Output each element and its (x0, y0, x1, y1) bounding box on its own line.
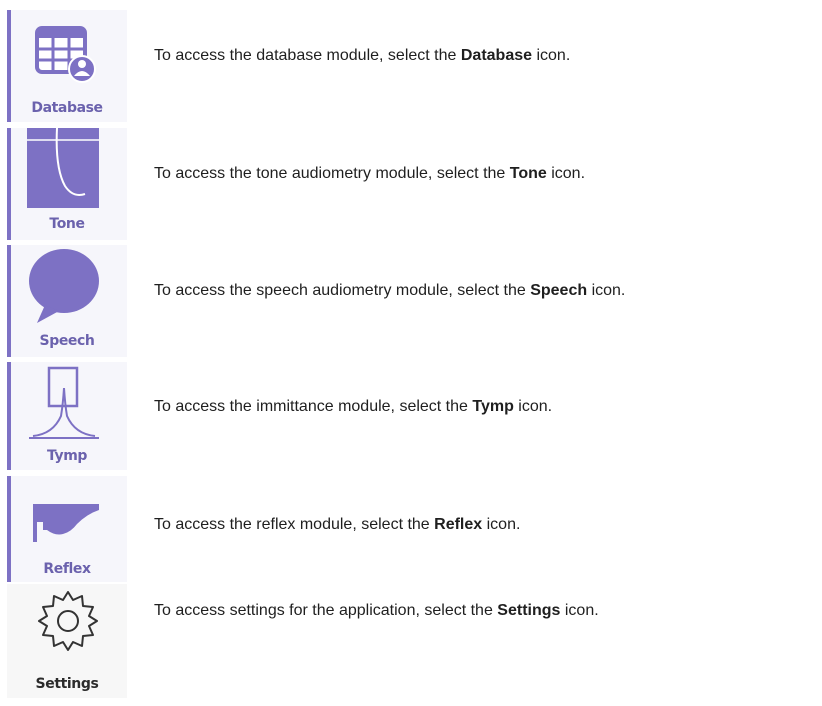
speech-description: To access the speech audiometry module, … (154, 282, 625, 300)
gear-icon (38, 591, 98, 651)
database-description-bold: Database (460, 47, 533, 64)
tone-description-bold: Tone (509, 165, 547, 182)
settings-description-suffix: icon. (560, 602, 599, 619)
tone-description: To access the tone audiometry module, se… (154, 165, 585, 183)
database-description-suffix: icon. (532, 47, 571, 64)
settings-label: Settings (35, 676, 99, 692)
tymp-label: Tymp (46, 448, 88, 464)
tone-label: Tone (49, 216, 85, 232)
tone-module-button[interactable]: Tone (7, 128, 127, 240)
tone-audiogram-curve-icon (27, 128, 99, 208)
database-module-button[interactable]: Database (7, 10, 127, 122)
speech-description-text: To access the speech audiometry module, … (154, 282, 531, 299)
speech-bubble-icon (29, 249, 99, 323)
reflex-description-suffix: icon. (482, 516, 521, 533)
tymp-peak-curve-icon (29, 366, 99, 439)
database-description-text: To access the database module, select th… (154, 47, 461, 64)
tymp-module-button[interactable]: Tymp (7, 362, 127, 470)
speech-module-button[interactable]: Speech (7, 245, 127, 357)
speech-description-suffix: icon. (587, 282, 626, 299)
reflex-description-text: To access the reflex module, select the (154, 516, 435, 533)
tymp-description-text: To access the immittance module, select … (154, 398, 473, 415)
database-description: To access the database module, select th… (154, 47, 570, 65)
settings-description-text: To access settings for the application, … (154, 602, 498, 619)
speech-description-bold: Speech (530, 282, 588, 299)
settings-description: To access settings for the application, … (154, 602, 599, 620)
tymp-description: To access the immittance module, select … (154, 398, 552, 416)
reflex-curve-icon (33, 504, 99, 542)
tymp-description-bold: Tymp (472, 398, 514, 415)
reflex-module-button[interactable]: Reflex (7, 476, 127, 582)
reflex-label: Reflex (43, 561, 91, 577)
tone-description-suffix: icon. (546, 165, 586, 182)
database-label: Database (31, 100, 103, 116)
tymp-description-suffix: icon. (513, 398, 553, 415)
tone-description-text: To access the tone audiometry module, se… (154, 165, 510, 182)
speech-label: Speech (39, 333, 95, 349)
reflex-description: To access the reflex module, select the … (154, 516, 520, 534)
reflex-description-bold: Reflex (434, 516, 483, 533)
settings-description-bold: Settings (497, 602, 561, 619)
settings-button[interactable]: Settings (7, 584, 127, 698)
database-table-user-icon (35, 26, 96, 83)
